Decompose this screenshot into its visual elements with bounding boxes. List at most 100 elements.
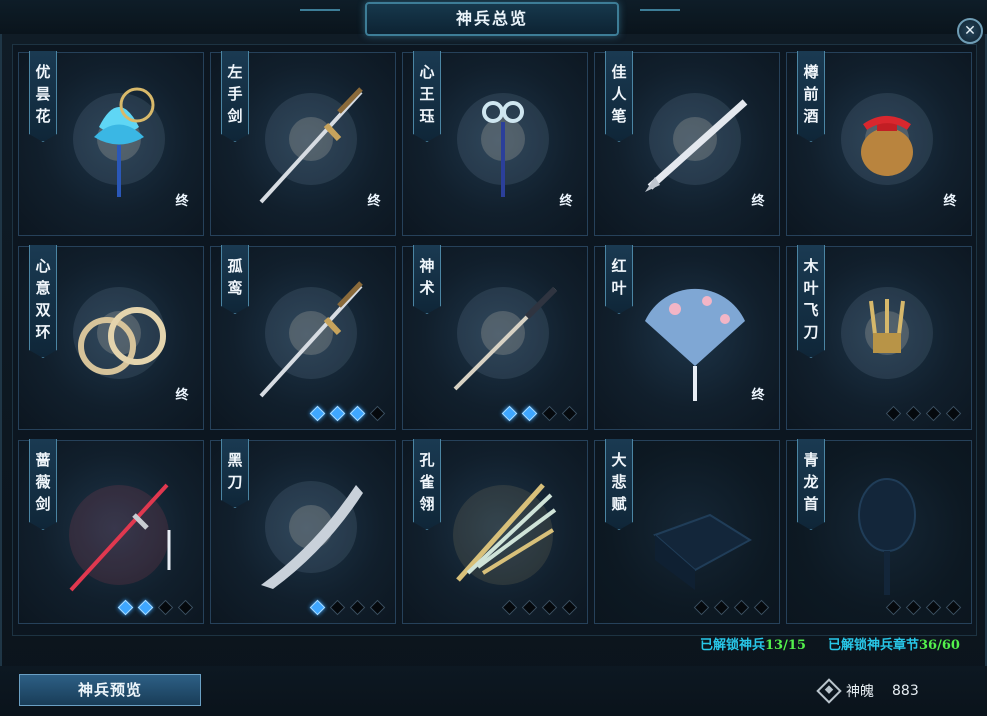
unlocked-weapons-label: 已解锁神兵 xyxy=(700,638,766,653)
final-stage-badge: 终 xyxy=(747,385,769,407)
weapon-name-banner: 心意双环 xyxy=(29,245,57,358)
star-filled-icon xyxy=(309,599,326,616)
weapon-name-banner: 神术 xyxy=(413,245,441,314)
star-empty-icon xyxy=(733,599,750,616)
weapon-name-char: 雀 xyxy=(419,473,435,491)
weapon-card[interactable]: 神术 xyxy=(402,246,588,430)
flying-knives-icon xyxy=(841,287,933,379)
star-filled-icon xyxy=(137,599,154,616)
star-empty-icon xyxy=(945,599,962,616)
weapon-name-banner: 蔷薇剑 xyxy=(29,439,57,530)
star-empty-icon xyxy=(521,599,538,616)
weapon-card[interactable]: 孔雀翎 xyxy=(402,440,588,624)
weapon-name-char: 薇 xyxy=(35,473,51,491)
star-empty-icon xyxy=(561,405,578,422)
final-stage-badge-label: 终 xyxy=(367,194,381,209)
weapon-name-char: 环 xyxy=(35,323,51,341)
katana-icon xyxy=(453,286,558,391)
weapon-card[interactable]: 心意双环终 xyxy=(18,246,204,430)
weapon-card[interactable]: 蔷薇剑 xyxy=(18,440,204,624)
star-rating xyxy=(501,405,578,422)
weapon-card[interactable]: 大悲赋 xyxy=(594,440,780,624)
star-empty-icon xyxy=(693,599,710,616)
unlocked-weapons-value: 13/15 xyxy=(765,638,806,653)
star-rating xyxy=(501,599,578,616)
title-ornament-left xyxy=(300,9,340,25)
weapon-name-char: 龙 xyxy=(803,473,819,491)
final-stage-badge: 终 xyxy=(747,191,769,213)
unlocked-weapons-status: 已解锁神兵13/15 xyxy=(700,634,806,654)
weapon-name-char: 鸾 xyxy=(227,279,243,297)
currency-display: 神魄 883 xyxy=(816,678,919,704)
weapon-name-char: 笔 xyxy=(611,107,627,125)
final-stage-badge-label: 终 xyxy=(559,194,573,209)
weapon-name-char: 意 xyxy=(35,279,51,297)
weapon-card[interactable]: 青龙首 xyxy=(786,440,972,624)
weapon-card[interactable]: 心王珏终 xyxy=(402,52,588,236)
weapon-name-char: 樽 xyxy=(803,63,819,81)
star-filled-icon xyxy=(501,405,518,422)
weapon-card[interactable]: 红叶终 xyxy=(594,246,780,430)
weapon-name-char: 心 xyxy=(419,63,435,81)
weapon-name-char: 孔 xyxy=(419,451,435,469)
blade-icon xyxy=(261,481,363,589)
weapon-name-banner: 孤鸾 xyxy=(221,245,249,314)
weapon-name-char: 昙 xyxy=(35,85,51,103)
star-filled-icon xyxy=(521,405,538,422)
star-empty-icon xyxy=(329,599,346,616)
star-rating xyxy=(309,599,386,616)
weapon-name-char: 叶 xyxy=(611,279,627,297)
star-empty-icon xyxy=(713,599,730,616)
weapon-card[interactable]: 黑刀 xyxy=(210,440,396,624)
star-rating xyxy=(117,599,194,616)
weapon-name-char: 剑 xyxy=(35,495,51,513)
weapon-name-char: 大 xyxy=(611,451,627,469)
weapon-name-char: 红 xyxy=(611,257,627,275)
weapon-card[interactable]: 樽前酒终 xyxy=(786,52,972,236)
weapon-name-char: 刀 xyxy=(227,473,243,491)
weapon-name-char: 孤 xyxy=(227,257,243,275)
weapon-name-char: 手 xyxy=(227,85,243,103)
weapon-name-char: 人 xyxy=(611,85,627,103)
weapon-name-banner: 大悲赋 xyxy=(605,439,633,530)
star-empty-icon xyxy=(541,405,558,422)
weapon-card[interactable]: 优昙花终 xyxy=(18,52,204,236)
weapon-name-banner: 青龙首 xyxy=(797,439,825,530)
weapon-name-char: 双 xyxy=(35,301,51,319)
weapon-name-char: 前 xyxy=(803,85,819,103)
star-filled-icon xyxy=(349,405,366,422)
window-title: 神兵总览 xyxy=(365,2,619,36)
final-stage-badge-label: 终 xyxy=(175,194,189,209)
final-stage-badge: 终 xyxy=(171,191,193,213)
weapon-card[interactable]: 左手剑终 xyxy=(210,52,396,236)
weapon-name-banner: 樽前酒 xyxy=(797,51,825,142)
star-empty-icon xyxy=(885,405,902,422)
star-filled-icon xyxy=(117,599,134,616)
star-empty-icon xyxy=(157,599,174,616)
weapon-card[interactable]: 佳人笔终 xyxy=(594,52,780,236)
weapon-card[interactable]: 木叶飞刀 xyxy=(786,246,972,430)
star-rating xyxy=(885,599,962,616)
star-filled-icon xyxy=(309,405,326,422)
weapon-name-banner: 佳人笔 xyxy=(605,51,633,142)
weapon-name-char: 木 xyxy=(803,257,819,275)
weapon-name-char: 翎 xyxy=(419,495,435,513)
star-empty-icon xyxy=(369,405,386,422)
final-stage-badge: 终 xyxy=(363,191,385,213)
star-empty-icon xyxy=(945,405,962,422)
star-empty-icon xyxy=(501,599,518,616)
final-stage-badge-label: 终 xyxy=(751,194,765,209)
star-empty-icon xyxy=(925,599,942,616)
currency-value: 883 xyxy=(892,683,919,699)
weapon-preview-button[interactable]: 神兵预览 xyxy=(19,674,201,706)
weapon-name-char: 叶 xyxy=(803,279,819,297)
weapon-name-char: 首 xyxy=(803,495,819,513)
weapon-name-banner: 木叶飞刀 xyxy=(797,245,825,358)
weapon-name-char: 神 xyxy=(419,257,435,275)
weapon-name-char: 心 xyxy=(35,257,51,275)
close-button[interactable]: ✕ xyxy=(957,18,983,44)
weapon-name-char: 花 xyxy=(35,107,51,125)
unlocked-chapters-label: 已解锁神兵章节 xyxy=(828,638,920,653)
weapon-name-banner: 红叶 xyxy=(605,245,633,314)
weapon-card[interactable]: 孤鸾 xyxy=(210,246,396,430)
